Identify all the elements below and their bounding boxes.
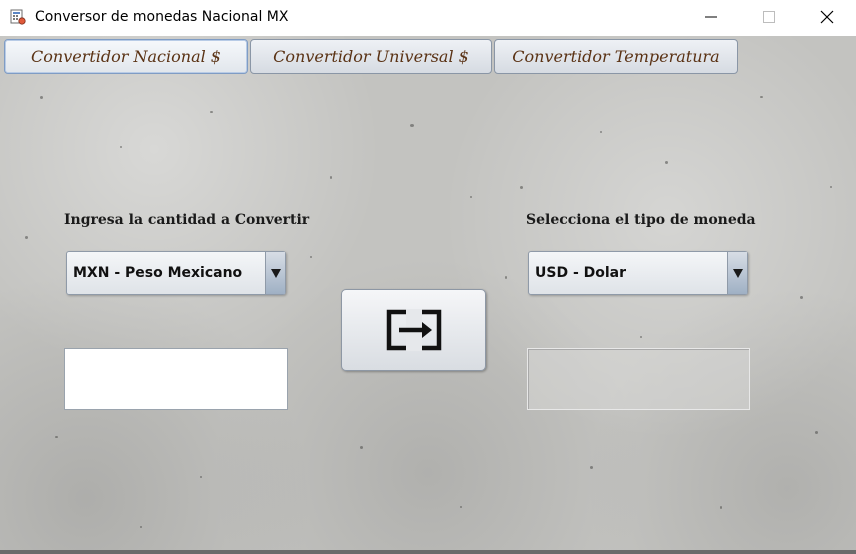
texture-speck	[360, 446, 363, 449]
close-button[interactable]	[798, 0, 856, 34]
amount-input[interactable]	[64, 348, 288, 410]
target-currency-value: USD - Dolar	[535, 265, 627, 281]
texture-speck	[815, 431, 818, 434]
tab-convertidor-temperatura[interactable]: Convertidor Temperatura	[494, 39, 738, 74]
texture-speck	[665, 161, 668, 164]
converter-panel: Convertidor Nacional $ Convertidor Unive…	[0, 36, 856, 550]
texture-speck	[200, 476, 202, 478]
window-title: Conversor de monedas Nacional MX	[35, 9, 289, 25]
texture-speck	[520, 186, 523, 189]
maximize-icon	[763, 11, 775, 23]
texture-speck	[25, 236, 28, 239]
texture-speck	[460, 506, 462, 508]
texture-speck	[830, 186, 832, 188]
app-icon	[10, 9, 26, 25]
result-field	[527, 348, 750, 410]
chevron-down-icon	[270, 268, 281, 278]
amount-label: Ingresa la cantidad a Convertir	[64, 212, 310, 228]
dropdown-arrow[interactable]	[727, 252, 747, 294]
exchange-arrow-icon	[386, 309, 441, 351]
chevron-down-icon	[732, 268, 743, 278]
texture-speck	[720, 506, 722, 509]
texture-speck	[760, 96, 763, 98]
currency-type-label: Selecciona el tipo de moneda	[526, 212, 756, 228]
texture-speck	[40, 96, 43, 99]
target-currency-select[interactable]: USD - Dolar	[528, 251, 748, 295]
dropdown-arrow[interactable]	[265, 252, 285, 294]
tab-convertidor-universal[interactable]: Convertidor Universal $	[250, 39, 492, 74]
texture-speck	[505, 276, 507, 279]
window-bottom-border	[0, 550, 856, 554]
texture-speck	[140, 526, 142, 528]
texture-speck	[55, 436, 58, 438]
source-currency-value: MXN - Peso Mexicano	[73, 265, 243, 281]
minimize-icon	[705, 16, 717, 18]
maximize-button[interactable]	[740, 0, 798, 34]
texture-speck	[210, 111, 213, 113]
close-icon	[820, 10, 834, 24]
title-bar: Conversor de monedas Nacional MX	[0, 0, 856, 36]
texture-speck	[310, 256, 312, 258]
tab-convertidor-nacional[interactable]: Convertidor Nacional $	[4, 39, 248, 74]
texture-speck	[120, 146, 122, 148]
texture-speck	[590, 466, 593, 469]
texture-speck	[330, 176, 332, 179]
source-currency-select[interactable]: MXN - Peso Mexicano	[66, 251, 286, 295]
convert-button[interactable]	[341, 289, 486, 371]
texture-speck	[410, 124, 414, 127]
texture-speck	[470, 196, 472, 198]
texture-speck	[600, 131, 602, 133]
texture-speck	[640, 336, 642, 338]
minimize-button[interactable]	[682, 0, 740, 34]
texture-speck	[800, 296, 803, 299]
